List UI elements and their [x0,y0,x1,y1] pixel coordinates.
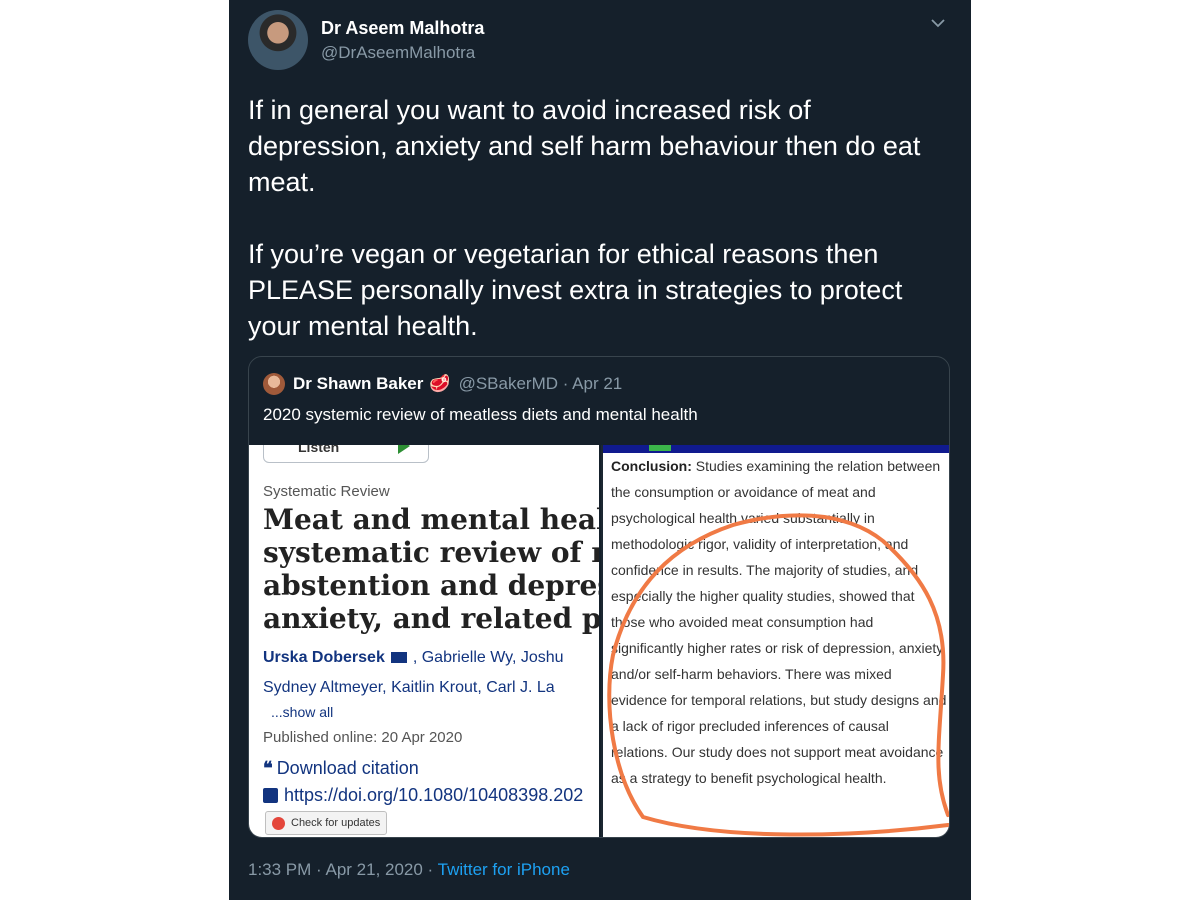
paper-authors: Urska Dobersek, Gabrielle Wy, Joshu Sydn… [263,649,564,696]
paper-title-line: abstention and depress [263,569,599,602]
quote-icon: ❝ [263,758,273,778]
external-link-icon [263,788,278,803]
doi-link: https://doi.org/10.1080/10408398.202 [263,785,583,806]
image-top-accent [649,445,671,451]
paper-title: Meat and mental health systematic review… [263,503,599,635]
quoted-author-name: Dr Shawn Baker [293,374,424,393]
show-all-link: ...show all [271,704,334,720]
article-type-label: Systematic Review [263,483,390,500]
envelope-icon [390,652,407,664]
quoted-author-meta: @SBakerMD · Apr 21 [458,374,623,393]
paper-title-line: systematic review of me [263,536,599,569]
published-date: Published online: 20 Apr 2020 [263,729,463,746]
author-name[interactable]: Dr Aseem Malhotra [321,18,484,39]
paper-title-line: anxiety, and related phe [263,602,599,635]
quoted-tweet[interactable]: Dr Shawn Baker 🥩 @SBakerMD · Apr 21 2020… [248,356,950,838]
quoted-tweet-text: 2020 systemic review of meatless diets a… [263,405,698,424]
download-citation: ❝ Download citation [263,758,419,778]
check-for-updates-badge: Check for updates [265,811,388,835]
author-handle[interactable]: @DrAseemMalhotra [321,43,475,63]
listen-button: Listen [263,445,429,463]
paper-header-image[interactable]: Listen Systematic Review Meat and mental… [249,445,599,837]
tweet-timestamp[interactable]: 1:33 PM · Apr 21, 2020 · [248,860,438,879]
play-icon [398,445,410,454]
paper-title-line: Meat and mental health [263,503,599,536]
conclusion-text: Conclusion: Studies examining the relati… [611,458,947,786]
tweet-panel: Dr Aseem Malhotra @DrAseemMalhotra If in… [229,0,971,900]
tweet-text: If in general you want to avoid increase… [248,95,921,341]
crossmark-icon [272,816,285,830]
steak-emoji-icon: 🥩 [429,374,451,393]
author-avatar[interactable] [248,10,308,70]
paper-conclusion-image[interactable]: Conclusion: Studies examining the relati… [601,445,949,837]
quoted-author-avatar [263,373,285,395]
quoted-tweet-header: Dr Shawn Baker 🥩 @SBakerMD · Apr 21 [263,373,622,395]
tweet-source-link[interactable]: Twitter for iPhone [438,860,570,879]
chevron-down-icon[interactable] [929,14,947,32]
tweet-footer: 1:33 PM · Apr 21, 2020 · Twitter for iPh… [248,860,570,880]
